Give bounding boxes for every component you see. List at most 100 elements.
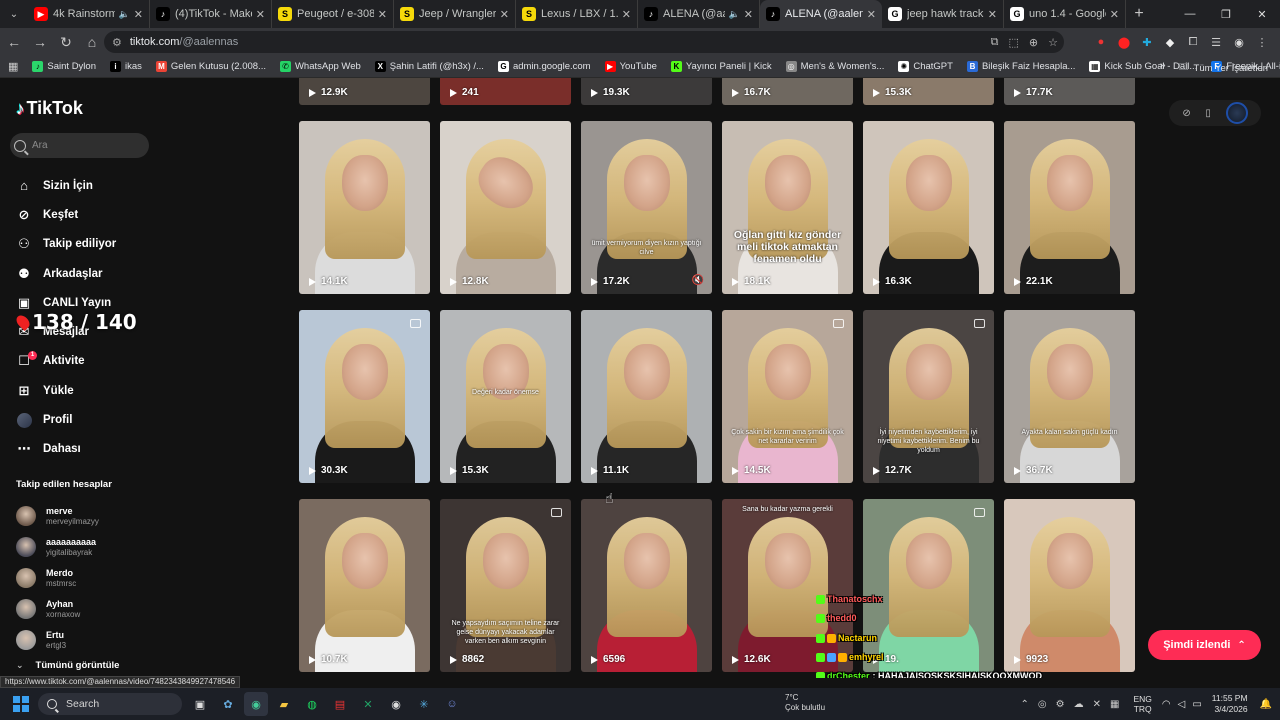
all-bookmarks-folder[interactable]: 🗀 Tüm Yer İşaretleri — [1179, 60, 1268, 76]
video-thumbnail[interactable]: 14.1K — [299, 121, 430, 294]
video-thumbnail[interactable]: 19.3K — [581, 78, 712, 105]
maximize-icon[interactable]: ❐ — [1208, 0, 1244, 28]
bookmark-item[interactable]: ✺ ChatGPT — [898, 61, 953, 72]
tray-app2-icon[interactable]: ▦ — [1110, 699, 1119, 710]
translate-icon[interactable]: ⧉ — [991, 36, 999, 49]
reading-list-icon[interactable]: ☰ — [1208, 34, 1224, 50]
clock[interactable]: 11:55 PM 3/4/2026 — [1212, 693, 1248, 715]
browser-menu-icon[interactable]: ⋮ — [1254, 34, 1270, 50]
see-all-link[interactable]: ⌄ Tümünü görüntüle — [16, 660, 119, 671]
browser-tab[interactable]: ▶ 4k Rainstorm Wal 🔈 ✕ — [28, 0, 150, 28]
task-view-icon[interactable]: ▣ — [188, 692, 212, 716]
video-thumbnail[interactable]: Çok sakin bir kızım ama şimdilik çok net… — [722, 310, 853, 483]
tab-close-icon[interactable]: ✕ — [867, 8, 876, 21]
sidebar-item-compass[interactable]: ⊘ Keşfet — [16, 200, 116, 229]
video-thumbnail[interactable]: İyi niyetimden kaybettiklerim, iyi niyet… — [863, 310, 994, 483]
file-explorer-icon[interactable]: ▰ — [272, 692, 296, 716]
browser-tab[interactable]: Guno 1.4 - Google'da ✕ — [1004, 0, 1126, 28]
tab-close-icon[interactable]: ✕ — [744, 8, 753, 21]
home-button-icon[interactable]: ⌂ — [80, 30, 104, 54]
video-thumbnail[interactable]: Ayakta kalan sakin güçlü kadın 36.7K — [1004, 310, 1135, 483]
coins-icon[interactable]: ⊘ — [1182, 108, 1190, 119]
sidebar-item-activity[interactable]: ☐ 1 Aktivite — [16, 347, 116, 376]
tab-close-icon[interactable]: ✕ — [622, 8, 631, 21]
tab-search-icon[interactable]: ⌄ — [0, 0, 28, 28]
video-thumbnail[interactable]: 17.7K — [1004, 78, 1135, 105]
excel-icon[interactable]: ✕ — [356, 692, 380, 716]
browser-tab[interactable]: Gjeep hawk track - Goo ✕ — [882, 0, 1004, 28]
video-thumbnail[interactable]: 22.1K — [1004, 121, 1135, 294]
video-thumbnail[interactable]: 16.7K — [722, 78, 853, 105]
tab-close-icon[interactable]: ✕ — [256, 8, 265, 21]
followed-account[interactable]: Merdo mstmrsc — [16, 562, 99, 593]
app-blue-icon[interactable]: ✳ — [412, 692, 436, 716]
site-info-icon[interactable]: ⚙ — [112, 36, 122, 49]
tab-close-icon[interactable]: ✕ — [500, 8, 509, 21]
input-language[interactable]: ENG TRQ — [1133, 694, 1151, 714]
video-thumbnail[interactable]: Ne yapsaydım saçımın teline zarar gelse … — [440, 499, 571, 672]
reload-icon[interactable]: ↻ — [54, 30, 78, 54]
new-tab-button[interactable]: + — [1126, 0, 1152, 28]
tiktok-logo[interactable]: ♪ TikTok — [16, 98, 83, 119]
tab-close-icon[interactable]: ✕ — [134, 8, 143, 21]
bookmark-item[interactable]: Gadmin.google.com — [497, 61, 591, 72]
windows-start-icon[interactable] — [10, 693, 32, 715]
browser-tab[interactable]: ♪ ALENA (@aalenn 🔈 ✕ — [638, 0, 760, 28]
search-input[interactable]: Ara — [10, 133, 149, 158]
video-thumbnail[interactable]: 11.1K — [581, 310, 712, 483]
browser-tab[interactable]: S Peugeot / e-308 / GT ✕ — [272, 0, 394, 28]
video-thumbnail[interactable]: Değeri kadar önemse 15.3K — [440, 310, 571, 483]
sidebar-item-more[interactable]: ⋯ Dahası — [16, 435, 116, 464]
back-icon[interactable]: ← — [2, 30, 26, 54]
video-thumbnail[interactable]: ümit vermiyorum diyen kızın yaptığı cilv… — [581, 121, 712, 294]
address-bar[interactable]: ⚙ tiktok.com/@aalennas ⧉ ⬚ ⊕ ☆ — [104, 31, 1064, 53]
extension-teal-icon[interactable]: ✚ — [1139, 34, 1155, 50]
obs-icon[interactable]: ◉ — [384, 692, 408, 716]
bookmark-item[interactable]: K Yayıncı Paneli | Kick — [670, 61, 772, 72]
bookmark-item[interactable]: X Şahin Latifi (@h3x) /... — [374, 61, 484, 72]
followed-account[interactable]: Ayhan xornaxow — [16, 593, 99, 624]
followed-account[interactable]: Ertu ertgl3 — [16, 624, 99, 655]
video-thumbnail[interactable]: 10.7K — [299, 499, 430, 672]
volume-icon[interactable]: ◁ — [1178, 699, 1186, 710]
extensions-puzzle-icon[interactable]: ⧠ — [1185, 34, 1201, 50]
video-thumbnail[interactable]: 12.9K — [299, 78, 430, 105]
bookmark-item[interactable]: ▶ YouTube — [604, 61, 657, 72]
browser-tab[interactable]: ♪ ALENA (@aalennas) | ✕ — [760, 0, 882, 28]
notifications-icon[interactable]: 🔔 — [1260, 699, 1272, 710]
spotify-icon[interactable]: ◍ — [300, 692, 324, 716]
sidebar-item-upload[interactable]: ⊞ Yükle — [16, 376, 116, 405]
tray-x-icon[interactable]: ✕ — [1093, 699, 1101, 710]
bookmark-item[interactable]: ✆ WhatsApp Web — [279, 61, 361, 72]
bookmark-item[interactable]: M Gelen Kutusu (2.008... — [155, 61, 266, 72]
sidebar-item-friends[interactable]: ⚉ Arkadaşlar — [16, 259, 116, 288]
video-thumbnail[interactable]: Oğlan gitti kız gönder meli tiktok atmak… — [722, 121, 853, 294]
video-thumbnail[interactable]: 30.3K — [299, 310, 430, 483]
zoom-icon[interactable]: ⊕ — [1029, 36, 1038, 49]
extension-red-icon[interactable]: ● — [1093, 34, 1109, 50]
tray-app-icon[interactable]: ◎ — [1038, 699, 1047, 710]
video-thumbnail[interactable]: 15.3K — [863, 78, 994, 105]
bookmarks-overflow-icon[interactable]: » — [1160, 60, 1166, 71]
followed-account[interactable]: aaaaaaaaaa yigitalibayrak — [16, 531, 99, 562]
device-icon[interactable]: ▯ — [1205, 108, 1211, 119]
video-thumbnail[interactable]: 16.3K — [863, 121, 994, 294]
video-thumbnail[interactable]: 12.8K — [440, 121, 571, 294]
chrome-icon[interactable]: ◉ — [244, 692, 268, 716]
close-window-icon[interactable]: ✕ — [1244, 0, 1280, 28]
bookmark-item[interactable]: B Bileşik Faiz Hesapla... — [966, 61, 1075, 72]
discord-icon[interactable]: ☺ — [440, 692, 464, 716]
install-icon[interactable]: ⬚ — [1009, 36, 1019, 49]
apps-grid-icon[interactable]: ▦ — [8, 60, 18, 73]
minimize-icon[interactable]: — — [1172, 0, 1208, 28]
profile-avatar-icon[interactable]: ◉ — [1231, 34, 1247, 50]
tab-close-icon[interactable]: ✕ — [988, 8, 997, 21]
bookmark-item[interactable]: ◎ Men's & Women's... — [785, 61, 884, 72]
extension-red2-icon[interactable]: ⬤ — [1116, 34, 1132, 50]
forward-icon[interactable]: → — [28, 30, 52, 54]
user-avatar[interactable] — [1225, 102, 1248, 124]
bookmark-item[interactable]: ♪ Saint Dylon — [32, 61, 96, 72]
browser-tab[interactable]: S Lexus / LBX / 1.5 Hyb ✕ — [516, 0, 638, 28]
bookmark-item[interactable]: i ikas — [110, 61, 142, 72]
media-app-icon[interactable]: ▤ — [328, 692, 352, 716]
